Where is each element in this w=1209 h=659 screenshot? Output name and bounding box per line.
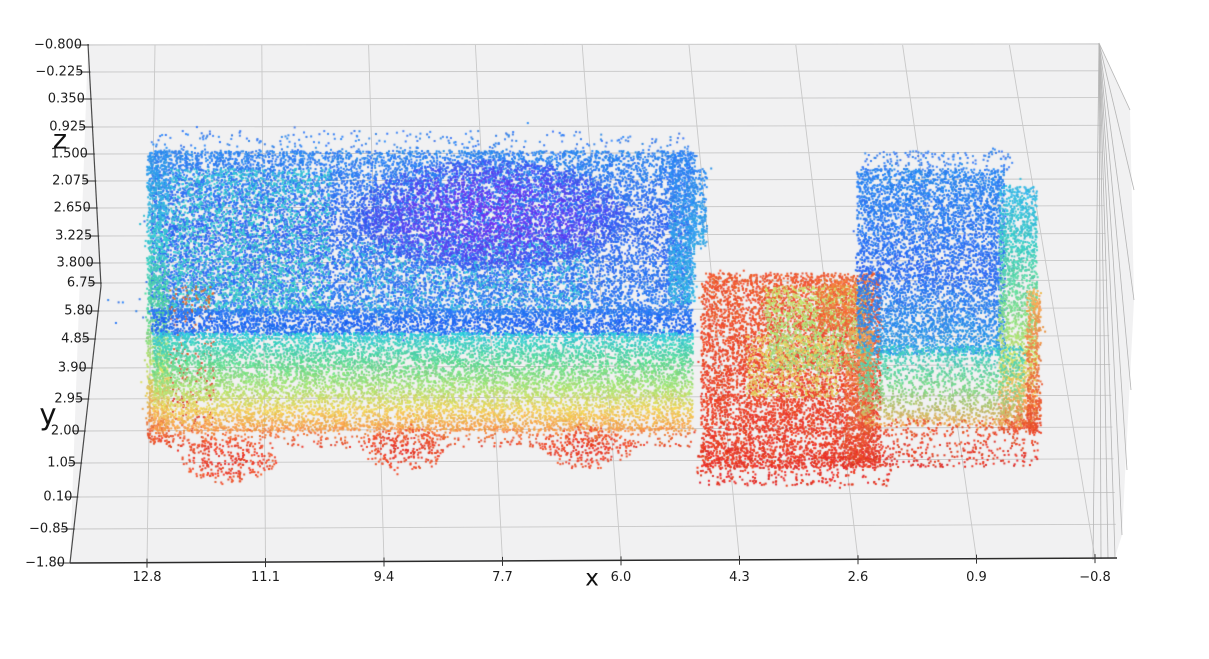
tick-label: 6.75 [66,275,96,291]
tick-label: 0.350 [47,91,85,107]
tick-label: 9.4 [373,570,395,585]
tick-label: 4.85 [61,331,91,347]
tick-label: 0.10 [43,489,73,505]
tick-label: −0.225 [35,64,84,80]
tick-label: 3.225 [55,228,93,244]
tick-label: −0.85 [28,521,69,537]
z-axis-label: z [52,124,68,156]
tick-label: 11.1 [251,570,280,585]
plot-area: −0.800 −0.225 0.350 0.925 1.500 2.075 2.650 3.2… [0,0,1209,659]
tick-label: 12.8 [132,570,162,585]
x-axis-label: x [585,565,599,592]
tick-label: 6.0 [610,570,632,585]
tick-label: −0.800 [33,37,83,53]
tick-label: −1.80 [25,555,65,571]
tick-label: 5.80 [64,303,94,319]
tick-label: 2.075 [52,173,90,189]
y-axis-label: y [39,397,57,432]
tick-label: 0.9 [966,570,987,585]
tick-label: −0.8 [1079,570,1111,585]
point-cloud-canvas [0,0,1209,659]
tick-label: 4.3 [729,570,750,585]
tick-label: 7.7 [492,570,513,585]
tick-label: 2.650 [53,200,91,216]
tick-label: 3.90 [57,360,87,376]
tick-label: 1.05 [47,455,77,471]
tick-label: 2.95 [54,391,84,407]
tick-label: 3.800 [56,255,94,271]
tick-label: 2.6 [847,570,869,585]
